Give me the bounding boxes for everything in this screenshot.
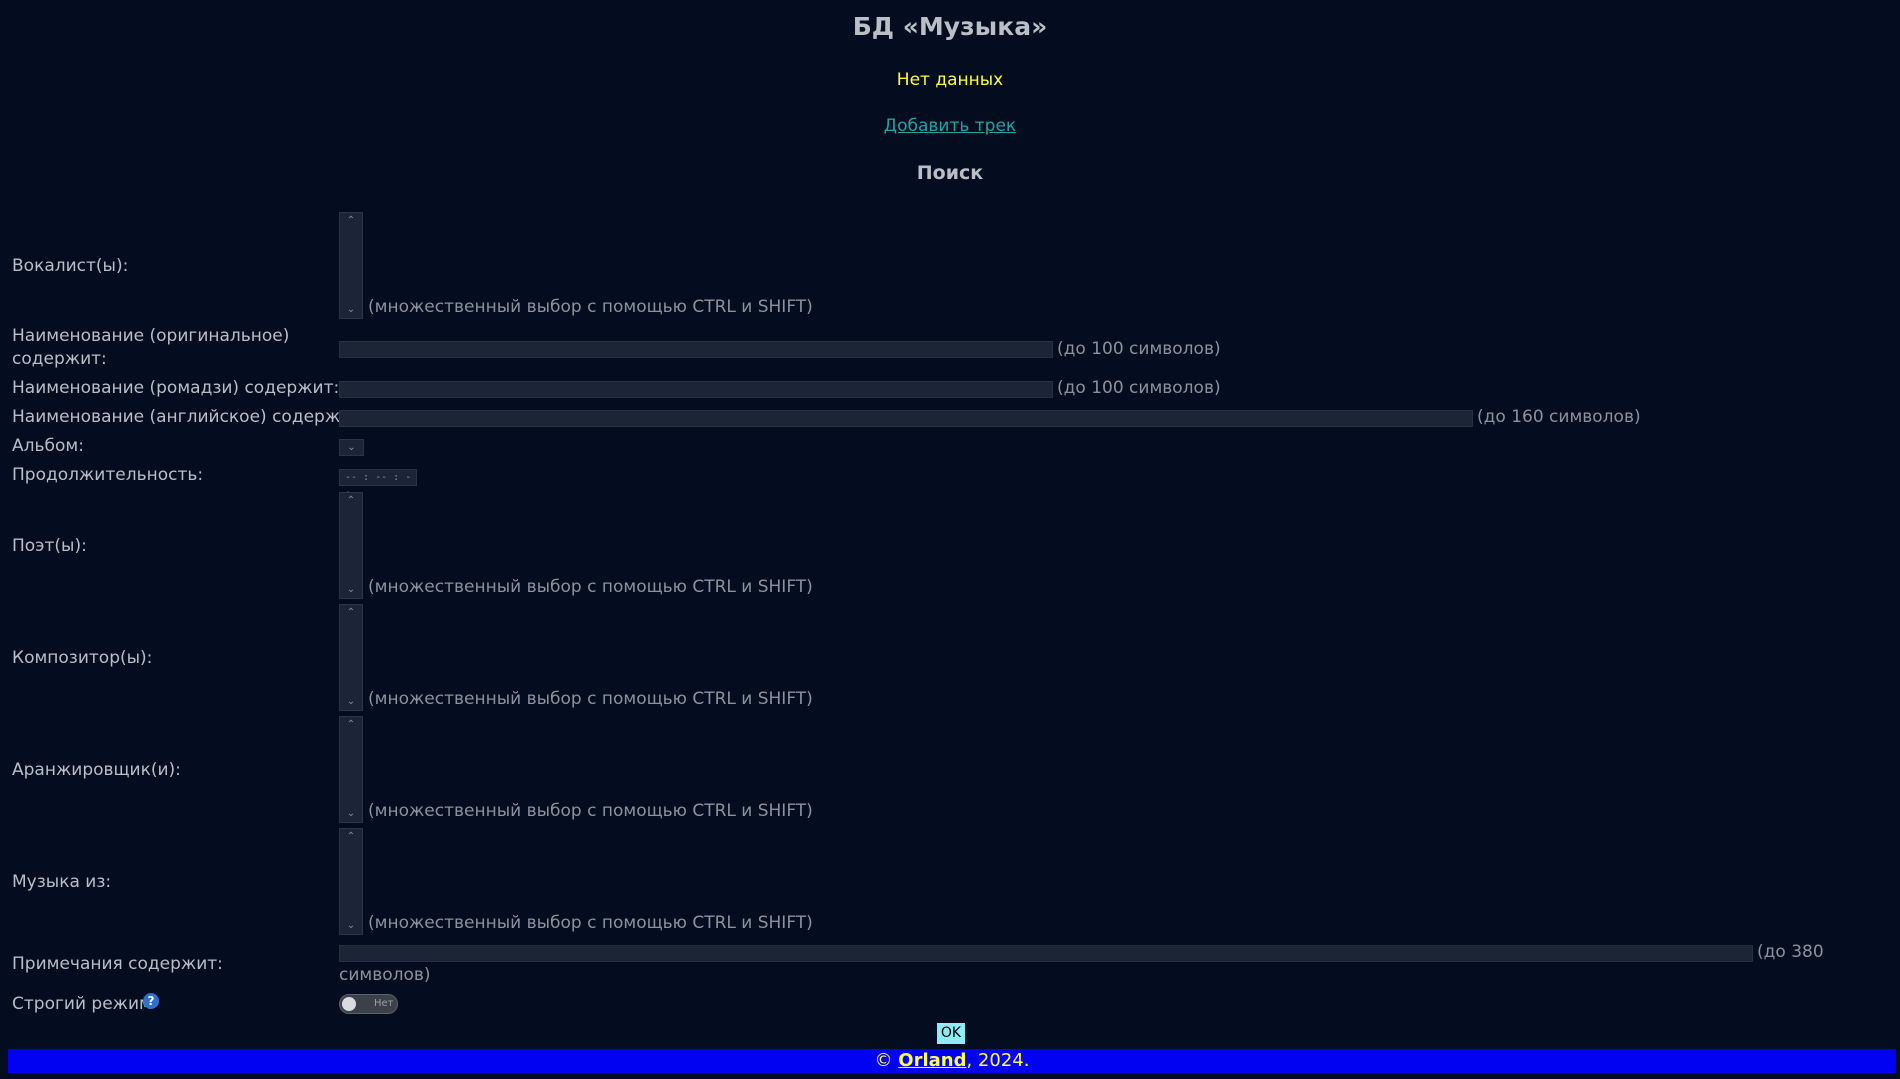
chevron-up-icon: ⌃ xyxy=(346,495,356,506)
search-heading: Поиск xyxy=(916,162,984,184)
help-icon[interactable]: ? xyxy=(143,993,159,1009)
no-data-message: Нет данных xyxy=(896,70,1004,90)
chevron-down-icon: ⌄ xyxy=(347,442,356,453)
toggle-state-label: Нет xyxy=(374,998,394,1009)
vocalists-hint: (множественный выбор с помощью CTRL и SH… xyxy=(368,297,813,317)
chevron-up-icon: ⌃ xyxy=(346,215,356,226)
add-track-link[interactable]: Добавить трек xyxy=(884,116,1016,136)
arrangers-hint: (множественный выбор с помощью CTRL и SH… xyxy=(368,801,813,821)
chevron-up-icon: ⌃ xyxy=(346,607,356,618)
notes-input[interactable] xyxy=(339,945,1753,962)
add-track-container: Добавить трек xyxy=(0,116,1900,136)
name-english-hint: (до 160 символов) xyxy=(1477,407,1641,427)
footer-year: , 2024. xyxy=(966,1050,1030,1071)
footer: © Orland, 2024. xyxy=(8,1049,1896,1073)
composers-select[interactable]: ⌃ ⌄ xyxy=(339,604,363,711)
duration-label: Продолжительность: xyxy=(12,465,204,485)
chevron-down-icon: ⌄ xyxy=(346,584,356,595)
footer-copyright: © xyxy=(874,1050,899,1071)
duration-input[interactable]: -- : -- : -- xyxy=(339,469,417,498)
music-from-hint: (множественный выбор с помощью CTRL и SH… xyxy=(368,913,813,933)
strict-mode-toggle[interactable]: Нет xyxy=(339,994,398,1014)
chevron-down-icon: ⌄ xyxy=(346,304,356,315)
name-original-label-line1: Наименование (оригинальное) xyxy=(12,326,290,346)
name-english-label: Наименование (английское) содержит: xyxy=(12,407,367,427)
footer-author-link[interactable]: Orland xyxy=(898,1050,966,1071)
composers-label: Композитор(ы): xyxy=(12,648,153,668)
chevron-down-icon: ⌄ xyxy=(346,696,356,707)
chevron-down-icon: ⌄ xyxy=(346,808,356,819)
poets-select[interactable]: ⌃ ⌄ xyxy=(339,492,363,599)
page: БД «Музыка» Нет данных Добавить трек Пои… xyxy=(0,0,1900,1079)
arrangers-label: Аранжировщик(и): xyxy=(12,760,181,780)
poets-label: Поэт(ы): xyxy=(12,536,87,556)
music-from-label: Музыка из: xyxy=(12,872,112,892)
page-title: БД «Музыка» xyxy=(852,12,1048,41)
poets-hint: (множественный выбор с помощью CTRL и SH… xyxy=(368,577,813,597)
name-romaji-label: Наименование (ромадзи) содержит: xyxy=(12,378,340,398)
name-original-label-line2: содержит: xyxy=(12,349,107,369)
chevron-down-icon: ⌄ xyxy=(346,920,356,931)
notes-label: Примечания содержит: xyxy=(12,954,223,974)
arrangers-select[interactable]: ⌃ ⌄ xyxy=(339,716,363,823)
album-select[interactable]: ⌄ xyxy=(339,439,364,456)
name-original-hint: (до 100 символов) xyxy=(1057,339,1221,359)
name-original-input[interactable] xyxy=(339,341,1053,358)
name-romaji-hint: (до 100 символов) xyxy=(1057,378,1221,398)
chevron-up-icon: ⌃ xyxy=(346,719,356,730)
notes-hint-line1: (до 380 xyxy=(1757,942,1824,962)
music-from-select[interactable]: ⌃ ⌄ xyxy=(339,828,363,935)
chevron-up-icon: ⌃ xyxy=(346,831,356,842)
composers-hint: (множественный выбор с помощью CTRL и SH… xyxy=(368,689,813,709)
notes-hint-line2: символов) xyxy=(339,965,431,985)
vocalists-select[interactable]: ⌃ ⌄ xyxy=(339,212,363,319)
name-english-input[interactable] xyxy=(339,410,1473,427)
strict-mode-label: Строгий режим xyxy=(12,994,152,1014)
toggle-knob xyxy=(342,997,356,1011)
name-romaji-input[interactable] xyxy=(339,381,1053,398)
album-label: Альбом: xyxy=(12,436,84,456)
vocalists-label: Вокалист(ы): xyxy=(12,256,129,276)
ok-button[interactable]: OK xyxy=(937,1023,965,1044)
